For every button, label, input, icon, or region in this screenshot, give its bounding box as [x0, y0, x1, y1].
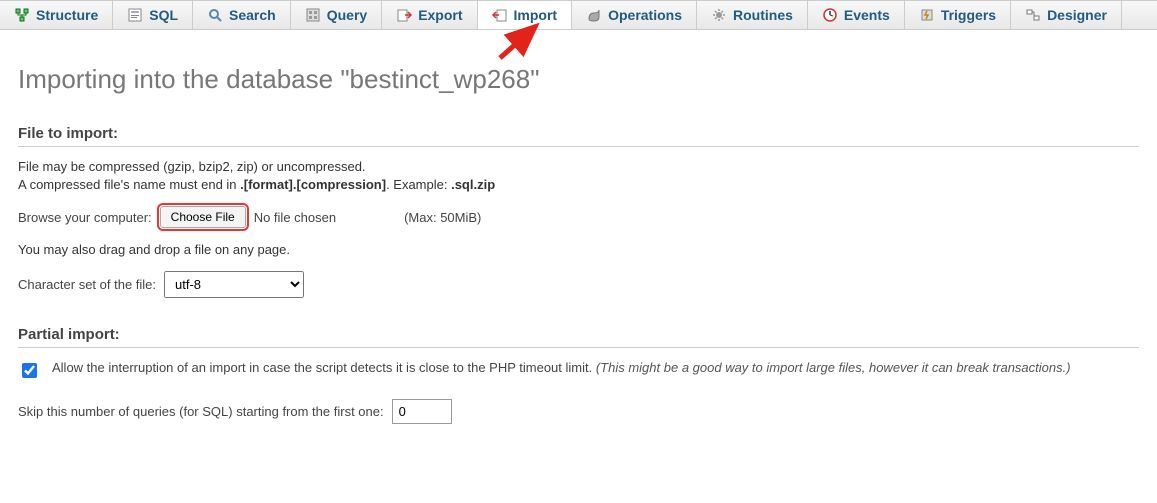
structure-icon [14, 7, 30, 23]
skip-queries-input[interactable] [392, 399, 452, 424]
file-section-heading: File to import: [18, 125, 1139, 147]
allow-interruption-row: Allow the interruption of an import in c… [18, 360, 1139, 381]
help2-prefix: A compressed file's name must end in [18, 177, 240, 192]
routines-icon [711, 7, 727, 23]
browse-label: Browse your computer: [18, 210, 152, 225]
choose-file-button[interactable]: Choose File [160, 206, 246, 228]
designer-icon [1025, 7, 1041, 23]
tab-export[interactable]: Export [382, 1, 477, 29]
query-icon [305, 7, 321, 23]
tab-structure[interactable]: Structure [0, 1, 113, 29]
help-line-2: A compressed file's name must end in .[f… [18, 177, 1139, 192]
help-line-1: File may be compressed (gzip, bzip2, zip… [18, 159, 1139, 174]
operations-icon [586, 7, 602, 23]
max-size-text: (Max: 50MiB) [404, 210, 481, 225]
tab-label: SQL [149, 7, 178, 23]
tab-search[interactable]: Search [193, 1, 291, 29]
charset-select[interactable]: utf-8 [164, 271, 304, 298]
skip-row: Skip this number of queries (for SQL) st… [18, 399, 1139, 424]
allow-text: Allow the interruption of an import in c… [52, 360, 596, 375]
tab-operations[interactable]: Operations [572, 1, 697, 29]
tab-triggers[interactable]: Triggers [905, 1, 1011, 29]
tab-label: Triggers [941, 7, 996, 23]
tab-routines[interactable]: Routines [697, 1, 808, 29]
tab-label: Designer [1047, 7, 1107, 23]
tab-import[interactable]: Import [478, 1, 573, 29]
triggers-icon [919, 7, 935, 23]
skip-label: Skip this number of queries (for SQL) st… [18, 404, 384, 419]
sql-icon [127, 7, 143, 23]
allow-interruption-checkbox[interactable] [22, 363, 37, 378]
tab-query[interactable]: Query [291, 1, 382, 29]
no-file-chosen-text: No file chosen [254, 210, 336, 225]
tab-label: Events [844, 7, 890, 23]
export-icon [396, 7, 412, 23]
tab-designer[interactable]: Designer [1011, 1, 1122, 29]
tab-label: Search [229, 7, 276, 23]
charset-label: Character set of the file: [18, 277, 156, 292]
tab-label: Routines [733, 7, 793, 23]
tab-label: Import [514, 7, 558, 23]
help2-bold2: .sql.zip [451, 177, 495, 192]
help2-mid: . Example: [386, 177, 451, 192]
tab-label: Operations [608, 7, 682, 23]
tab-sql[interactable]: SQL [113, 1, 193, 29]
allow-interruption-text: Allow the interruption of an import in c… [52, 360, 1139, 375]
events-icon [822, 7, 838, 23]
tab-label: Query [327, 7, 367, 23]
allow-italic: (This might be a good way to import larg… [596, 360, 1071, 375]
import-icon [492, 7, 508, 23]
search-icon [207, 7, 223, 23]
help2-bold1: .[format].[compression] [240, 177, 386, 192]
tab-label: Structure [36, 7, 98, 23]
top-tabs: Structure SQL Search Query Export Import… [0, 0, 1157, 30]
page-title: Importing into the database "bestinct_wp… [18, 64, 1139, 95]
tab-label: Export [418, 7, 462, 23]
partial-section-heading: Partial import: [18, 326, 1139, 348]
browse-row: Browse your computer: Choose File No fil… [18, 206, 1139, 228]
tab-events[interactable]: Events [808, 1, 905, 29]
content-area: Importing into the database "bestinct_wp… [0, 30, 1157, 458]
drag-hint: You may also drag and drop a file on any… [18, 242, 1139, 257]
charset-row: Character set of the file: utf-8 [18, 271, 1139, 298]
